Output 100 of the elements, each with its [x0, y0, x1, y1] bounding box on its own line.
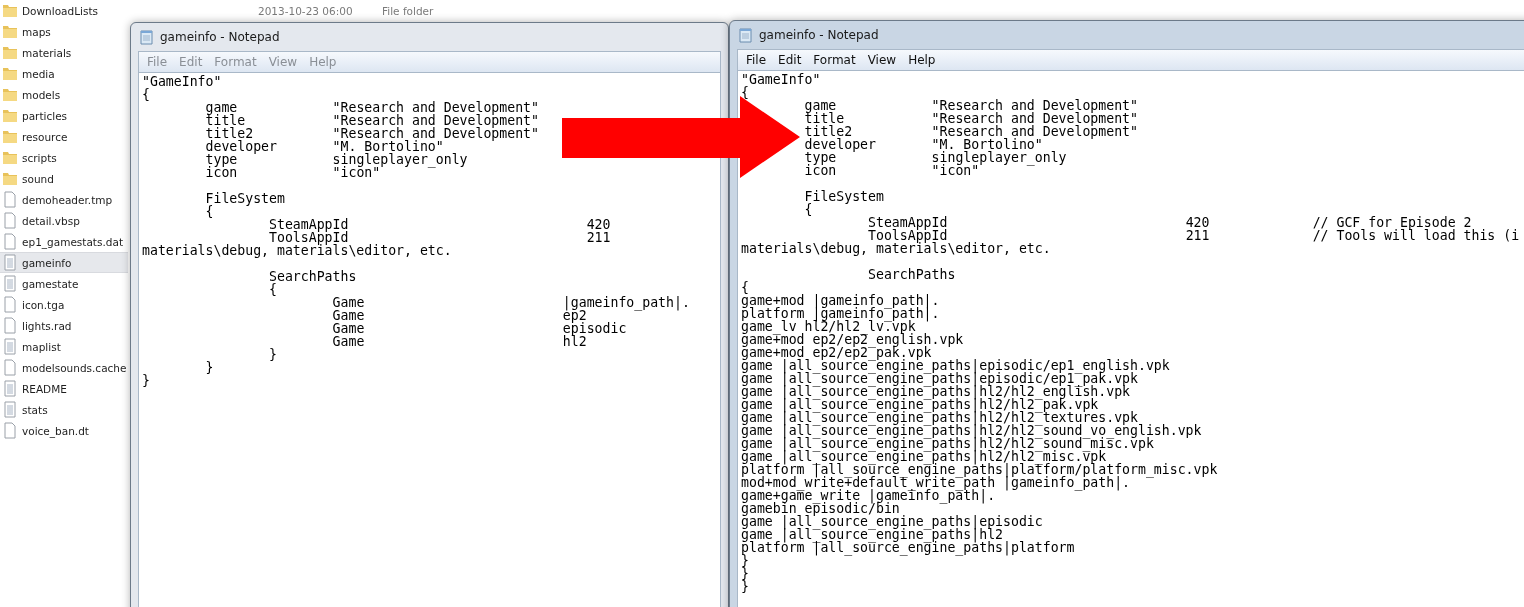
text-line: game |all_source_engine_paths|hl2: [741, 528, 1003, 541]
text-line: }: [741, 554, 749, 567]
text-line: game+game_write |gameinfo_path|.: [741, 489, 996, 502]
text-line: FileSystem: [204, 192, 285, 205]
explorer-entry[interactable]: media: [0, 63, 128, 84]
text-document-icon: [2, 254, 18, 271]
text-line: ToolsAppId 211: [268, 231, 611, 244]
text-line: Game |gameinfo_path|.: [331, 296, 690, 309]
text-line: Game episodic: [331, 322, 627, 335]
menu-item[interactable]: Format: [807, 53, 862, 67]
explorer-entry[interactable]: ep1_gamestats.dat: [0, 231, 128, 252]
explorer-entry[interactable]: DownloadLists 2013-10-23 06:00 File folder: [0, 0, 434, 21]
text-line: game |all_source_engine_paths|episodic/ep1_pak.vpk: [741, 372, 1138, 385]
text-line: {: [741, 281, 749, 294]
explorer-entry[interactable]: models: [0, 84, 128, 105]
text-line: FileSystem: [803, 190, 884, 203]
explorer-entry[interactable]: icon.tga: [0, 294, 128, 315]
text-line: game |all_source_engine_paths|hl2/hl2_sound_vo_english.vpk: [741, 424, 1202, 437]
text-line: {: [741, 86, 749, 99]
explorer-entry[interactable]: resource: [0, 126, 128, 147]
text-line: Game ep2: [331, 309, 587, 322]
explorer-entry[interactable]: detail.vbsp: [0, 210, 128, 231]
explorer-entry[interactable]: stats: [0, 399, 128, 420]
text-line: platform |gameinfo_path|.: [741, 307, 940, 320]
text-line: game |all_source_engine_paths|episodic/ep1_english.vpk: [741, 359, 1170, 372]
text-line: game+mod |gameinfo_path|.: [741, 294, 940, 307]
text-line: platform |all_source_engine_paths|platform/platform_misc.vpk: [741, 463, 1218, 476]
menu-item[interactable]: File: [740, 53, 773, 67]
text-line: game+mod ep2/ep2_english.vpk: [741, 333, 964, 346]
file-type: File folder: [382, 4, 434, 17]
folder-icon: [2, 44, 18, 61]
text-line: game |all_source_engine_paths|hl2/hl2_sound_misc.vpk: [741, 437, 1154, 450]
text-line: game |all_source_engine_paths|episodic: [741, 515, 1043, 528]
text-line: }: [142, 374, 150, 387]
text-line: SteamAppId 420: [268, 218, 611, 231]
explorer-entry[interactable]: README: [0, 378, 128, 399]
text-line: title2 "Research and Development": [204, 127, 539, 140]
explorer-entry[interactable]: modelsounds.cache: [0, 357, 128, 378]
text-line: SearchPaths: [867, 268, 956, 281]
explorer-entry[interactable]: lights.rad: [0, 315, 128, 336]
folder-icon: [2, 65, 18, 82]
text-line: SteamAppId 420 // GCF for Episode 2: [867, 216, 1472, 229]
menu-item[interactable]: Edit: [772, 53, 808, 67]
folder-icon: [2, 149, 18, 166]
text-line: materials\debug, materials\editor, etc.: [741, 242, 1051, 255]
text-line: gamebin episodic/bin: [741, 502, 900, 515]
window-title: gameinfo - Notepad: [160, 30, 280, 44]
text-line: game_lv hl2/hl2_lv.vpk: [741, 320, 916, 333]
text-line: Game hl2: [331, 335, 587, 348]
text-line: title "Research and Development": [204, 114, 539, 127]
notepad-icon: [140, 29, 154, 45]
explorer-entry[interactable]: particles: [0, 105, 128, 126]
text-line: type singleplayer_only: [803, 151, 1067, 164]
explorer-entry[interactable]: maplist: [0, 336, 128, 357]
text-line: developer "M. Bortolino": [204, 140, 444, 153]
text-line: "GameInfo": [142, 75, 222, 88]
menu-item[interactable]: Help: [902, 53, 942, 67]
text-line: game |all_source_engine_paths|hl2/hl2_pak.vpk: [741, 398, 1099, 411]
folder-icon: [2, 170, 18, 187]
explorer-entry[interactable]: gamestate: [0, 273, 128, 294]
text-line: developer "M. Bortolino": [803, 138, 1043, 151]
text-line: }: [741, 567, 749, 580]
text-line: game |all_source_engine_paths|hl2/hl2_english.vpk: [741, 385, 1131, 398]
text-line: materials\debug, materials\editor, etc.: [142, 244, 452, 257]
explorer-entry[interactable]: sound: [0, 168, 128, 189]
folder-icon: [2, 2, 18, 19]
folder-icon: [2, 128, 18, 145]
file-date: 2013-10-23 06:00: [258, 4, 354, 17]
explorer-entry[interactable]: demoheader.tmp: [0, 189, 128, 210]
text-line: icon "icon": [204, 166, 381, 179]
text-line: "GameInfo": [741, 73, 821, 86]
text-line: game+mod ep2/ep2_pak.vpk: [741, 346, 932, 359]
text-line: }: [741, 580, 749, 593]
folder-icon: [2, 107, 18, 124]
text-line: {: [204, 205, 214, 218]
text-line: {: [803, 203, 813, 216]
text-line: title "Research and Development": [803, 112, 1138, 125]
folder-icon: [2, 23, 18, 40]
text-line: type singleplayer_only: [204, 153, 468, 166]
text-line: game |all_source_engine_paths|hl2/hl2_textures.vpk: [741, 411, 1138, 424]
explorer-entry[interactable]: maps: [0, 21, 128, 42]
text-line: ToolsAppId 211 // Tools will load this (i: [867, 229, 1520, 242]
explorer-entry[interactable]: gameinfo: [0, 252, 128, 273]
folder-icon: [2, 86, 18, 103]
text-line: game "Research and Development": [803, 99, 1138, 112]
text-line: }: [268, 348, 277, 361]
window-title: gameinfo - Notepad: [759, 28, 879, 42]
explorer-entry[interactable]: voice_ban.dt: [0, 420, 128, 441]
text-line: game "Research and Development": [204, 101, 539, 114]
menu-item[interactable]: View: [861, 53, 903, 67]
text-line: {: [268, 283, 277, 296]
text-line: SearchPaths: [268, 270, 357, 283]
text-line: game |all_source_engine_paths|hl2/hl2_misc.vpk: [741, 450, 1107, 463]
text-line: icon "icon": [803, 164, 980, 177]
explorer-entry[interactable]: materials: [0, 42, 128, 63]
text-line: mod+mod_write+default_write_path |gameinfo_path|.: [741, 476, 1131, 489]
text-line: platform |all_source_engine_paths|platform: [741, 541, 1075, 554]
text-line: title2 "Research and Development": [803, 125, 1138, 138]
explorer-entry[interactable]: scripts: [0, 147, 128, 168]
text-line: }: [204, 361, 214, 374]
